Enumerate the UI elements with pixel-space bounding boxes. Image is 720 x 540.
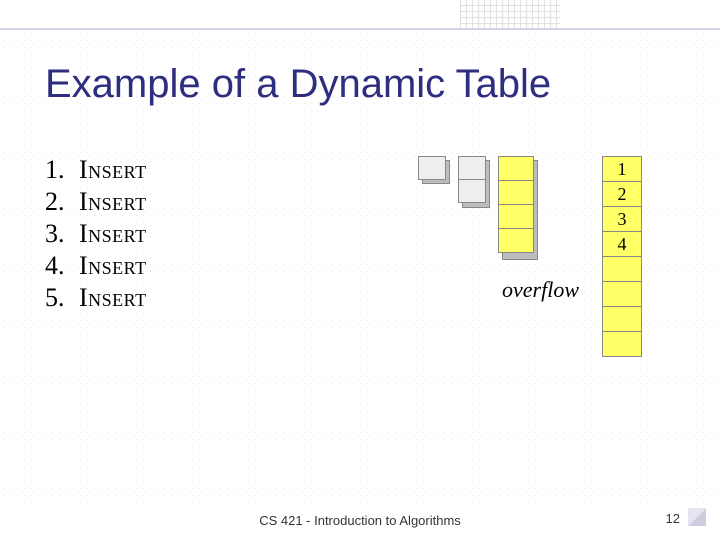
op-word: Insert: [79, 187, 147, 217]
op-number: 1.: [45, 155, 79, 185]
table-cell: [602, 281, 642, 307]
table-cell: [498, 156, 534, 181]
list-item: 2. Insert: [45, 187, 147, 217]
op-word: Insert: [79, 283, 147, 313]
table-cell: [498, 228, 534, 253]
table-cell: [602, 331, 642, 357]
page-curl-icon: [688, 508, 706, 526]
op-number: 2.: [45, 187, 79, 217]
table-size-2: [458, 156, 486, 203]
slide-footer: CS 421 - Introduction to Algorithms: [0, 513, 720, 528]
op-number: 3.: [45, 219, 79, 249]
table-cell: [418, 156, 446, 180]
table-cell: 4: [602, 231, 642, 257]
table-size-4: [498, 156, 534, 253]
table-cell: [458, 156, 486, 180]
slide-top-bar: [0, 0, 720, 30]
table-cell: [602, 256, 642, 282]
page-number: 12: [666, 511, 680, 526]
op-number: 5.: [45, 283, 79, 313]
table-cell: 1: [602, 156, 642, 182]
op-word: Insert: [79, 251, 147, 281]
op-word: Insert: [79, 155, 147, 185]
operations-list: 1. Insert 2. Insert 3. Insert 4. Insert …: [45, 155, 147, 315]
table-cell: [602, 306, 642, 332]
list-item: 1. Insert: [45, 155, 147, 185]
table-cell: [498, 204, 534, 229]
table-size-1: [418, 156, 446, 180]
op-word: Insert: [79, 219, 147, 249]
decorative-grid: [460, 0, 560, 30]
table-cell: 2: [602, 181, 642, 207]
op-number: 4.: [45, 251, 79, 281]
table-cell: [498, 180, 534, 205]
table-cell: 3: [602, 206, 642, 232]
list-item: 4. Insert: [45, 251, 147, 281]
list-item: 3. Insert: [45, 219, 147, 249]
list-item: 5. Insert: [45, 283, 147, 313]
table-cell: [458, 179, 486, 203]
table-size-8: 1 2 3 4: [602, 156, 642, 357]
slide-title: Example of a Dynamic Table: [45, 62, 551, 107]
footer-text: CS 421 - Introduction to Algorithms: [259, 513, 461, 528]
overflow-label: overflow: [502, 277, 579, 303]
